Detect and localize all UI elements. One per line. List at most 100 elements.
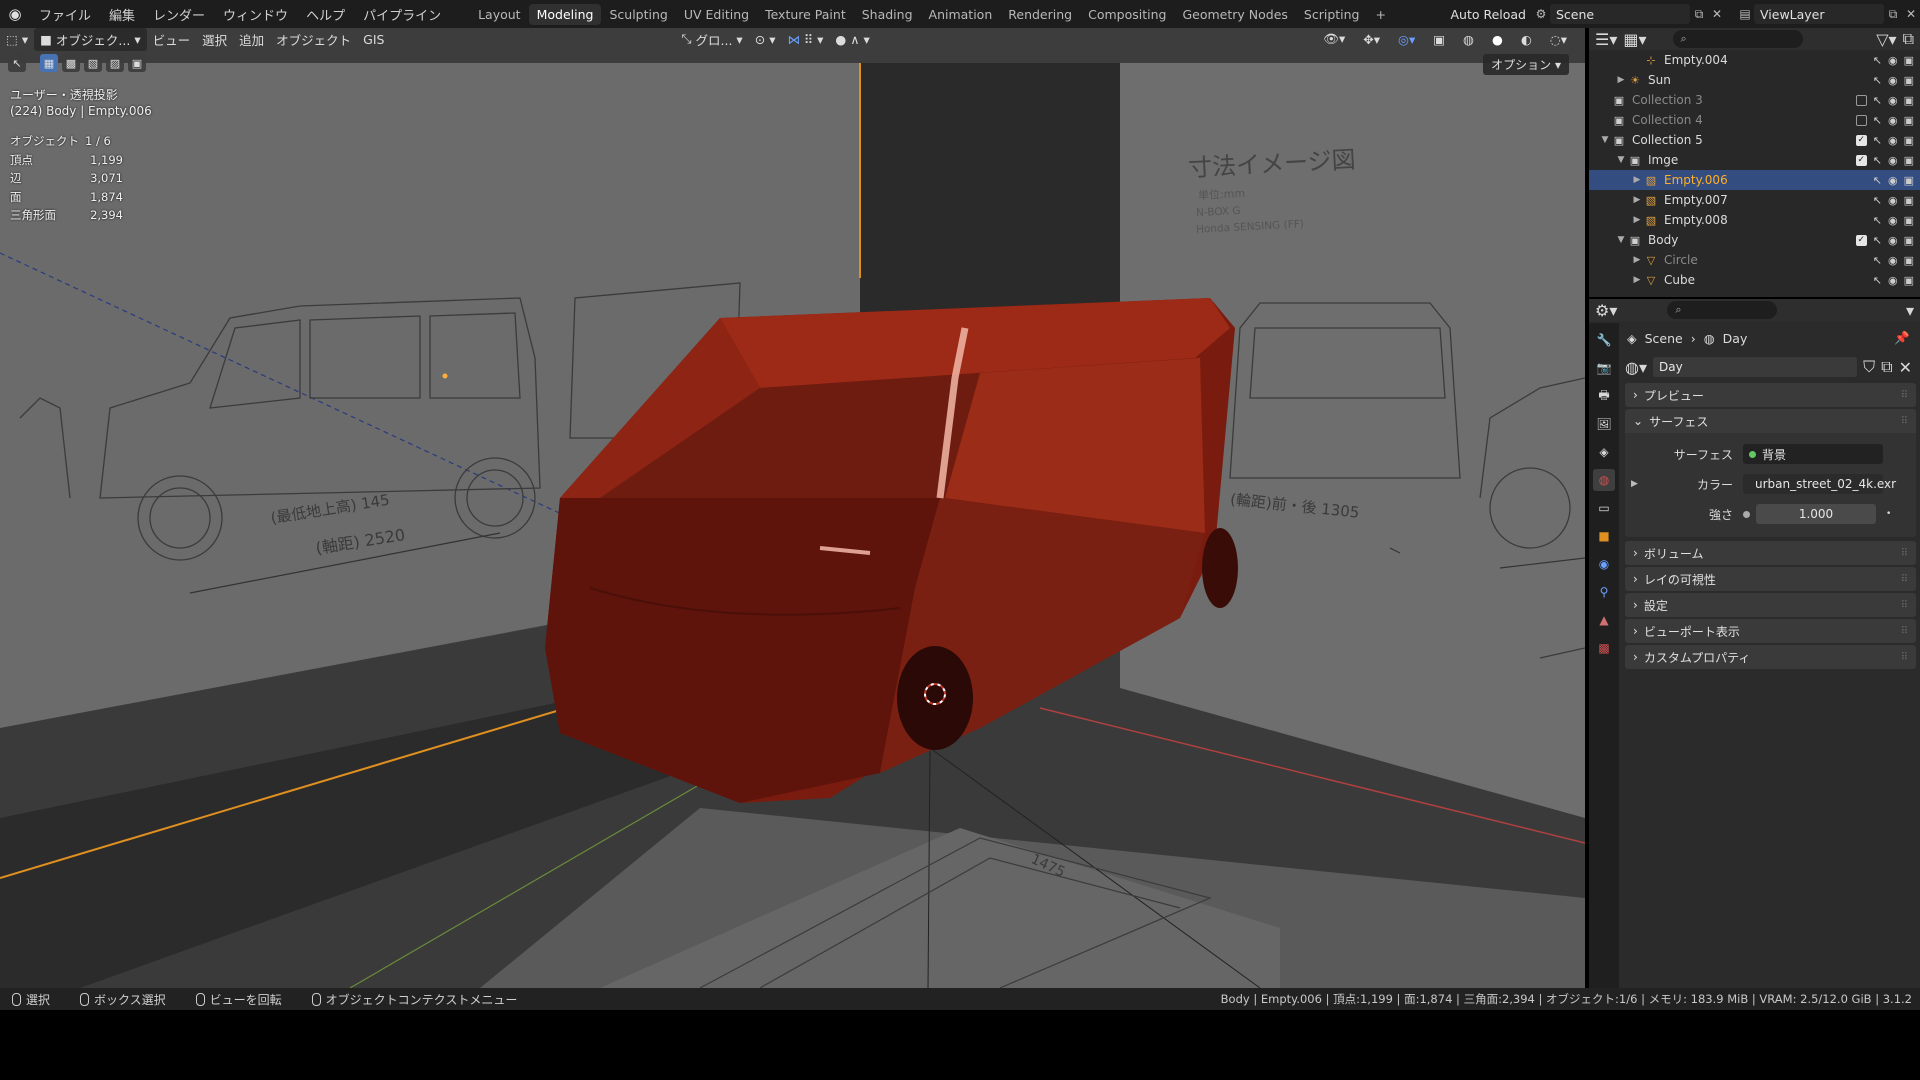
select-arrow-icon[interactable]: ↖ [1873,194,1882,207]
select-arrow-icon[interactable]: ↖ [1873,134,1882,147]
menu-render[interactable]: レンダー [144,5,214,24]
color-texture-field[interactable]: urban_street_02_4k.exr [1743,474,1896,494]
expanded-arrow-icon[interactable]: ▼ [1615,155,1627,165]
display-mode-icon[interactable]: ▦▾ [1623,30,1646,49]
physics-tab-icon[interactable]: ◉ [1593,553,1615,575]
outliner-row[interactable]: ▶ ☀ Sun ↖ ◉ ▣ [1589,70,1920,90]
rendered-shading-icon[interactable]: ◌▾ [1544,30,1573,49]
select-arrow-icon[interactable]: ↖ [1873,114,1882,127]
3d-viewport[interactable]: 寸法イメージ図 単位:mm N-BOX G Honda SENSING (FF)… [0,28,1585,988]
constraints-tab-icon[interactable]: ⚲ [1593,581,1615,603]
collapsed-arrow-icon[interactable]: ▶ [1631,215,1643,225]
exclude-checkbox[interactable]: ✓ [1855,234,1867,246]
drag-grip-icon[interactable]: ⠿ [1901,600,1908,611]
select-arrow-icon[interactable]: ↖ [1873,214,1882,227]
panel-preview[interactable]: › プレビュー ⠿ [1625,383,1916,407]
options-dropdown[interactable]: オプション ▾ [1483,54,1569,75]
tab-animation[interactable]: Animation [921,4,1001,25]
drag-grip-icon[interactable]: ⠿ [1901,548,1908,559]
tab-rendering[interactable]: Rendering [1000,4,1080,25]
outliner-row[interactable]: ▶ ▧ Empty.007 ↖ ◉ ▣ [1589,190,1920,210]
world-browse-icon[interactable]: ◍▾ [1625,358,1647,377]
orientation-selector[interactable]: ⤡ グロ... ▾ [675,28,748,51]
add-workspace-icon[interactable]: + [1368,4,1394,25]
surface-shader-field[interactable]: 背景 [1743,444,1883,464]
overlay-icon[interactable]: ◎▾ [1392,30,1421,49]
solid-shading-icon[interactable]: ● [1486,30,1509,49]
collapsed-arrow-icon[interactable]: ▶ [1631,175,1643,185]
tab-shading[interactable]: Shading [854,4,921,25]
pin-icon[interactable]: 📌 [1894,330,1910,346]
menu-gis[interactable]: GIS [357,30,390,49]
new-collection-icon[interactable]: ⧉ [1903,29,1914,49]
eye-icon[interactable]: ◉ [1888,94,1898,107]
expanded-arrow-icon[interactable]: ▼ [1599,135,1611,145]
new-scene-icon[interactable]: ⧉ [1690,5,1708,23]
editor-type-button[interactable]: ⬚ ▾ [0,30,34,49]
panel-viewport-display[interactable]: › ビューポート表示 ⠿ [1625,619,1916,643]
eye-icon[interactable]: ◉ [1888,214,1898,227]
eye-icon[interactable]: ◉ [1888,194,1898,207]
visibility-icon[interactable]: 👁▾ [1317,29,1351,49]
camera-icon[interactable]: ▣ [1904,54,1914,67]
drag-grip-icon[interactable]: ⠿ [1901,390,1908,401]
select-tool-icon[interactable]: ↖ [8,54,26,72]
collection-tab-icon[interactable]: ▭ [1593,497,1615,519]
blender-logo-icon[interactable]: ◉ [0,0,30,28]
outliner-search-input[interactable]: ⌕ [1672,30,1803,48]
xray-icon[interactable]: ▣ [1427,30,1451,49]
exclude-checkbox[interactable]: ✓ [1855,134,1867,146]
select-arrow-icon[interactable]: ↖ [1873,54,1882,67]
keyframe-dot-icon[interactable]: • [1886,509,1891,519]
select-new-icon[interactable]: ▦ [40,54,58,72]
menu-add[interactable]: 追加 [233,28,270,51]
panel-custom-properties[interactable]: › カスタムプロパティ ⠿ [1625,645,1916,669]
tool-tab-icon[interactable]: 🔧 [1593,329,1615,351]
drag-grip-icon[interactable]: ⠿ [1901,574,1908,585]
tab-compositing[interactable]: Compositing [1080,4,1174,25]
drag-grip-icon[interactable]: ⠿ [1901,652,1908,663]
menu-select[interactable]: 選択 [196,28,233,51]
select-subtract-icon[interactable]: ▧ [84,54,102,72]
select-extend-icon[interactable]: ▩ [62,54,80,72]
select-arrow-icon[interactable]: ↖ [1873,154,1882,167]
world-name-field[interactable]: Day [1653,357,1858,377]
filter-icon[interactable]: ▽▾ [1876,30,1896,49]
outliner-row[interactable]: ▶ ▧ Empty.006 ↖ ◉ ▣ [1589,170,1920,190]
camera-icon[interactable]: ▣ [1904,114,1914,127]
menu-file[interactable]: ファイル [30,5,100,24]
drag-grip-icon[interactable]: ⠿ [1901,416,1908,427]
delete-scene-icon[interactable]: ✕ [1708,5,1726,23]
pivot-selector[interactable]: ⊙ ▾ [749,30,782,49]
exclude-checkbox[interactable] [1855,114,1867,126]
eye-icon[interactable]: ◉ [1888,274,1898,287]
new-view-layer-icon[interactable]: ⧉ [1884,5,1902,23]
collapsed-arrow-icon[interactable]: ▶ [1615,75,1627,85]
panel-volume[interactable]: › ボリューム ⠿ [1625,541,1916,565]
menu-help[interactable]: ヘルプ [297,5,354,24]
data-tab-icon[interactable]: ▲ [1593,609,1615,631]
render-tab-icon[interactable]: 📷 [1593,357,1615,379]
eye-icon[interactable]: ◉ [1888,154,1898,167]
menu-pipeline[interactable]: パイプライン [354,5,450,24]
wireframe-shading-icon[interactable]: ◍ [1457,30,1480,49]
outliner-row[interactable]: ▶ ▽ Circle ↖ ◉ ▣ [1589,250,1920,270]
camera-icon[interactable]: ▣ [1904,274,1914,287]
auto-reload-label[interactable]: Auto Reload [1444,7,1532,22]
outliner-row[interactable]: ⊹ Empty.004 ↖ ◉ ▣ [1589,50,1920,70]
camera-icon[interactable]: ▣ [1904,94,1914,107]
duplicate-world-icon[interactable]: ⧉ [1881,357,1892,377]
outliner-editor-icon[interactable]: ☰▾ [1595,30,1617,49]
menu-edit[interactable]: 編集 [100,5,144,24]
eye-icon[interactable]: ◉ [1888,74,1898,87]
output-tab-icon[interactable]: 🖶 [1593,385,1615,407]
eye-icon[interactable]: ◉ [1888,134,1898,147]
expanded-arrow-icon[interactable]: ▼ [1615,235,1627,245]
world-tab-icon[interactable]: ◍ [1593,469,1615,491]
collapsed-arrow-icon[interactable]: ▶ [1631,195,1643,205]
eye-icon[interactable]: ◉ [1888,234,1898,247]
tab-scripting[interactable]: Scripting [1296,4,1368,25]
properties-search-input[interactable]: ⌕ [1667,301,1778,319]
tab-uv-editing[interactable]: UV Editing [676,4,757,25]
camera-icon[interactable]: ▣ [1904,174,1914,187]
